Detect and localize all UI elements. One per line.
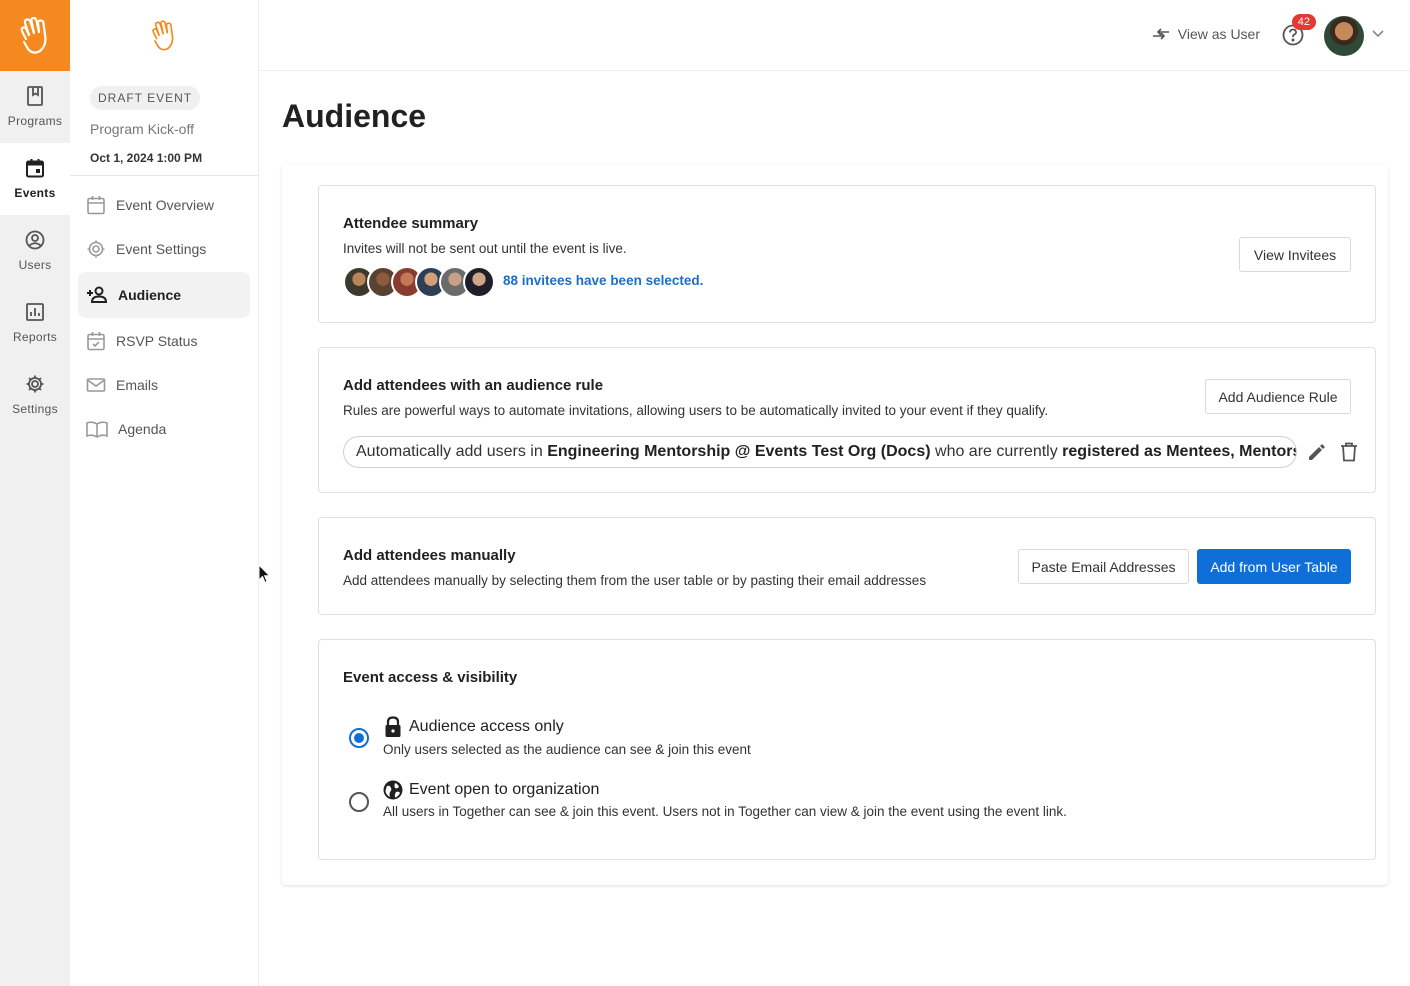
invitees-count-link[interactable]: 88 invitees have been selected. — [503, 273, 703, 288]
rail-label: Programs — [7, 114, 63, 128]
main-content: Audience Attendee summary Invites will n… — [270, 72, 1410, 986]
menu-item-audience[interactable]: Audience — [78, 272, 250, 318]
add-manually-card: Add attendees manually Add attendees man… — [318, 517, 1376, 615]
rule-roles: registered as Mentees, Mentors — [1062, 443, 1297, 460]
card-title: Event access & visibility — [343, 669, 518, 686]
brand-mark — [70, 0, 258, 71]
menu-item-event-overview[interactable]: Event Overview — [78, 183, 250, 227]
invitee-avatars[interactable] — [343, 266, 495, 298]
view-as-user-label: View as User — [1177, 26, 1260, 42]
rail-label: Events — [14, 186, 56, 200]
option-description: Only users selected as the audience can … — [383, 742, 751, 757]
calendar-check-icon — [87, 332, 105, 351]
menu-item-agenda[interactable]: Agenda — [78, 407, 250, 451]
rail-label: Users — [18, 258, 52, 272]
card-description: Invites will not be sent out until the e… — [343, 241, 627, 256]
access-option-audience-only[interactable]: Audience access only Only users selected… — [349, 716, 751, 757]
menu-item-rsvp-status[interactable]: RSVP Status — [78, 319, 250, 363]
pencil-icon — [1309, 444, 1325, 460]
chevron-down-icon[interactable] — [1372, 30, 1384, 38]
waving-hand-icon — [20, 16, 47, 54]
card-description: Rules are powerful ways to automate invi… — [343, 403, 1049, 418]
event-date: Oct 1, 2024 1:00 PM — [90, 151, 203, 165]
gear-icon — [26, 375, 44, 393]
paste-email-addresses-button[interactable]: Paste Email Addresses — [1018, 549, 1189, 584]
edit-rule-button[interactable] — [1305, 440, 1329, 464]
calendar-icon — [87, 196, 105, 215]
primary-nav-rail: Programs Events Users Reports Settings — [0, 0, 70, 986]
audience-panel: Attendee summary Invites will not be sen… — [282, 164, 1388, 885]
calendar-icon — [26, 159, 44, 178]
divider — [70, 175, 259, 176]
option-title: Event open to organization — [383, 780, 1067, 800]
option-title: Audience access only — [383, 716, 751, 738]
option-text: Audience access only Only users selected… — [383, 716, 751, 757]
event-access-card: Event access & visibility Audience acces… — [318, 639, 1376, 860]
view-as-user-button[interactable]: View as User — [1152, 26, 1260, 42]
rule-program: Engineering Mentorship @ Events Test Org… — [547, 443, 931, 460]
option-description: All users in Together can see & join thi… — [383, 804, 1067, 819]
audience-rule-pill[interactable]: Automatically add users in Engineering M… — [343, 436, 1297, 468]
trash-icon — [1341, 442, 1357, 462]
option-label: Audience access only — [409, 718, 564, 735]
menu-item-label: Agenda — [118, 421, 167, 437]
person-add-icon — [87, 286, 108, 303]
rail-item-settings[interactable]: Settings — [0, 359, 70, 431]
option-text: Event open to organization All users in … — [383, 780, 1067, 819]
help-notification-badge: 42 — [1291, 14, 1316, 30]
swap-icon — [1152, 28, 1169, 40]
rail-label: Reports — [12, 330, 58, 344]
bar-chart-icon — [26, 303, 44, 321]
top-bar: View as User 42 — [259, 0, 1410, 71]
rule-text-middle: who are currently — [930, 443, 1063, 460]
event-menu: Event Overview Event Settings Audience R… — [78, 183, 250, 451]
menu-item-event-settings[interactable]: Event Settings — [78, 227, 250, 271]
attendee-summary-card: Attendee summary Invites will not be sen… — [318, 185, 1376, 323]
card-description: Add attendees manually by selecting them… — [343, 573, 927, 588]
option-label: Event open to organization — [409, 781, 600, 798]
radio-button[interactable] — [349, 792, 369, 812]
waving-hand-icon — [152, 19, 174, 50]
card-title: Add attendees manually — [343, 547, 516, 564]
add-audience-rule-button[interactable]: Add Audience Rule — [1205, 379, 1351, 414]
book-icon — [27, 86, 43, 106]
menu-item-label: Event Overview — [116, 197, 215, 213]
view-invitees-button[interactable]: View Invitees — [1239, 237, 1351, 272]
card-title: Attendee summary — [343, 215, 479, 232]
event-name: Program Kick-off — [90, 121, 194, 137]
card-title: Add attendees with an audience rule — [343, 377, 604, 394]
delete-rule-button[interactable] — [1337, 440, 1361, 464]
rail-item-users[interactable]: Users — [0, 215, 70, 287]
add-from-user-table-button[interactable]: Add from User Table — [1197, 549, 1351, 584]
lock-icon — [385, 716, 401, 737]
menu-item-label: RSVP Status — [116, 333, 198, 349]
menu-item-emails[interactable]: Emails — [78, 363, 250, 407]
menu-item-label: Audience — [118, 287, 182, 303]
user-avatar[interactable] — [1324, 16, 1364, 56]
event-status-badge: DRAFT EVENT — [90, 86, 201, 110]
rail-item-events[interactable]: Events — [0, 143, 70, 215]
user-circle-icon — [25, 230, 45, 250]
avatar — [463, 266, 495, 298]
rail-label: Settings — [12, 402, 58, 416]
menu-item-label: Event Settings — [116, 241, 207, 257]
rail-item-reports[interactable]: Reports — [0, 287, 70, 359]
rule-text-prefix: Automatically add users in — [356, 443, 548, 460]
rail-item-programs[interactable]: Programs — [0, 71, 70, 143]
radio-button[interactable] — [349, 728, 369, 748]
gear-icon — [87, 240, 105, 258]
mail-icon — [86, 378, 106, 392]
access-option-open-to-org[interactable]: Event open to organization All users in … — [349, 780, 1067, 819]
globe-icon — [383, 780, 403, 800]
menu-item-label: Emails — [116, 377, 159, 393]
audience-rule-card: Add attendees with an audience rule Rule… — [318, 347, 1376, 493]
book-open-icon — [86, 421, 108, 438]
page-title: Audience — [282, 98, 427, 134]
event-sidebar: DRAFT EVENT Program Kick-off Oct 1, 2024… — [70, 0, 271, 986]
app-logo[interactable] — [0, 0, 70, 71]
